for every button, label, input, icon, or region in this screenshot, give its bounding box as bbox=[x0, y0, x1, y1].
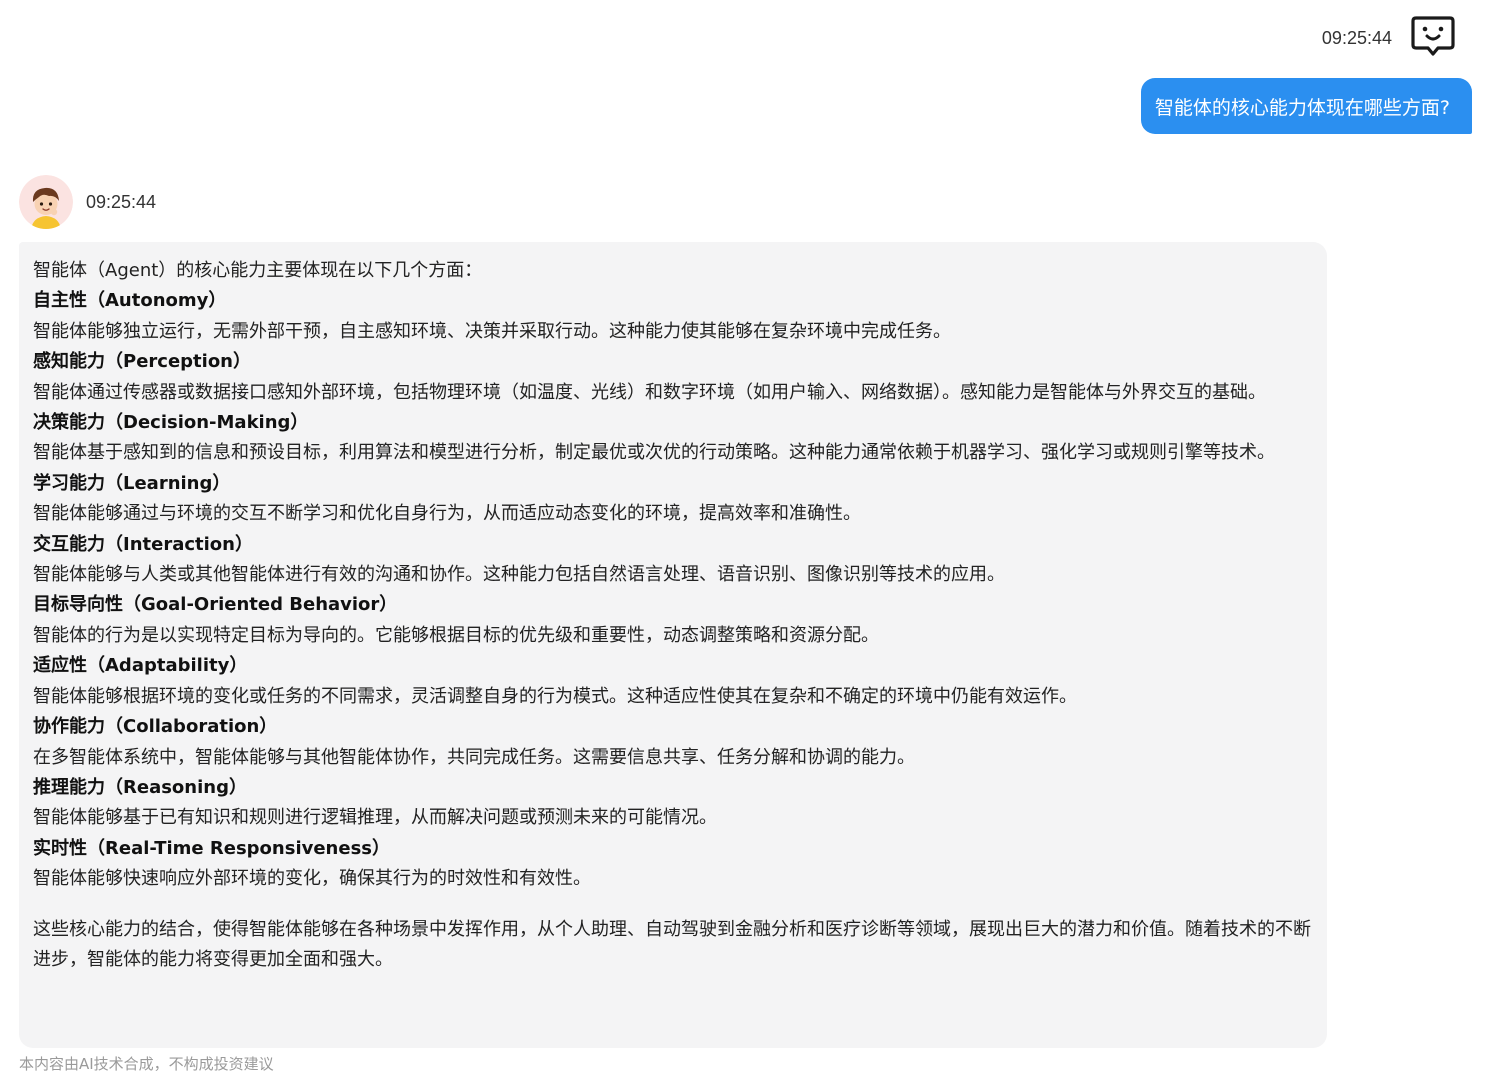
section-title: 目标导向性（Goal-Oriented Behavior） bbox=[33, 594, 398, 616]
section-body: 智能体的行为是以实现特定目标为导向的。它能够根据目标的优先级和重要性，动态调整策… bbox=[33, 624, 879, 646]
answer-intro: 智能体（Agent）的核心能力主要体现在以下几个方面： bbox=[33, 260, 483, 281]
section-title: 感知能力（Perception） bbox=[33, 351, 251, 373]
section-body: 智能体能够与人类或其他智能体进行有效的沟通和协作。这种能力包括自然语言处理、语音… bbox=[33, 564, 1005, 586]
section-title: 自主性（Autonomy） bbox=[33, 290, 227, 312]
bot-message-time: 09:25:44 bbox=[86, 192, 157, 212]
ai-disclaimer: 本内容由AI技术合成，不构成投资建议 bbox=[19, 1055, 274, 1073]
section-title: 推理能力（Reasoning） bbox=[33, 776, 247, 798]
section-title: 决策能力（Decision-Making） bbox=[33, 412, 309, 434]
section-body: 智能体通过传感器或数据接口感知外部环境，包括物理环境（如温度、光线）和数字环境（… bbox=[33, 381, 1266, 403]
section-title: 适应性（Adaptability） bbox=[33, 655, 248, 677]
section-body: 智能体能够快速响应外部环境的变化，确保其行为的时效性和有效性。 bbox=[33, 868, 591, 890]
chat-bubble-face-icon bbox=[1410, 14, 1456, 60]
section-title: 学习能力（Learning） bbox=[33, 472, 231, 494]
section-body: 智能体能够基于已有知识和规则进行逻辑推理，从而解决问题或预测未来的可能情况。 bbox=[33, 807, 717, 829]
bot-avatar bbox=[19, 175, 73, 229]
user-message-bubble: 智能体的核心能力体现在哪些方面? bbox=[1140, 78, 1472, 134]
section-title: 协作能力（Collaboration） bbox=[33, 716, 278, 738]
section-body: 智能体基于感知到的信息和预设目标，利用算法和模型进行分析，制定最优或次优的行动策… bbox=[33, 442, 1275, 464]
user-message-time: 09:25:44 bbox=[1321, 28, 1392, 48]
section-title: 交互能力（Interaction） bbox=[33, 533, 253, 555]
section-body: 智能体能够独立运行，无需外部干预，自主感知环境、决策并采取行动。这种能力使其能够… bbox=[33, 320, 951, 342]
answer-conclusion: 这些核心能力的结合，使得智能体能够在各种场景中发挥作用，从个人助理、自动驾驶到金… bbox=[33, 918, 1311, 970]
section-body: 在多智能体系统中，智能体能够与其他智能体协作，共同完成任务。这需要信息共享、任务… bbox=[33, 746, 915, 768]
bot-message-bubble: 智能体（Agent）的核心能力主要体现在以下几个方面： 自主性（Autonomy… bbox=[19, 242, 1327, 1048]
user-message-text: 智能体的核心能力体现在哪些方面? bbox=[1154, 96, 1450, 119]
section-body: 智能体能够通过与环境的交互不断学习和优化自身行为，从而适应动态变化的环境，提高效… bbox=[33, 503, 861, 525]
section-body: 智能体能够根据环境的变化或任务的不同需求，灵活调整自身的行为模式。这种适应性使其… bbox=[33, 685, 1077, 707]
section-title: 实时性（Real-Time Responsiveness） bbox=[33, 837, 391, 859]
